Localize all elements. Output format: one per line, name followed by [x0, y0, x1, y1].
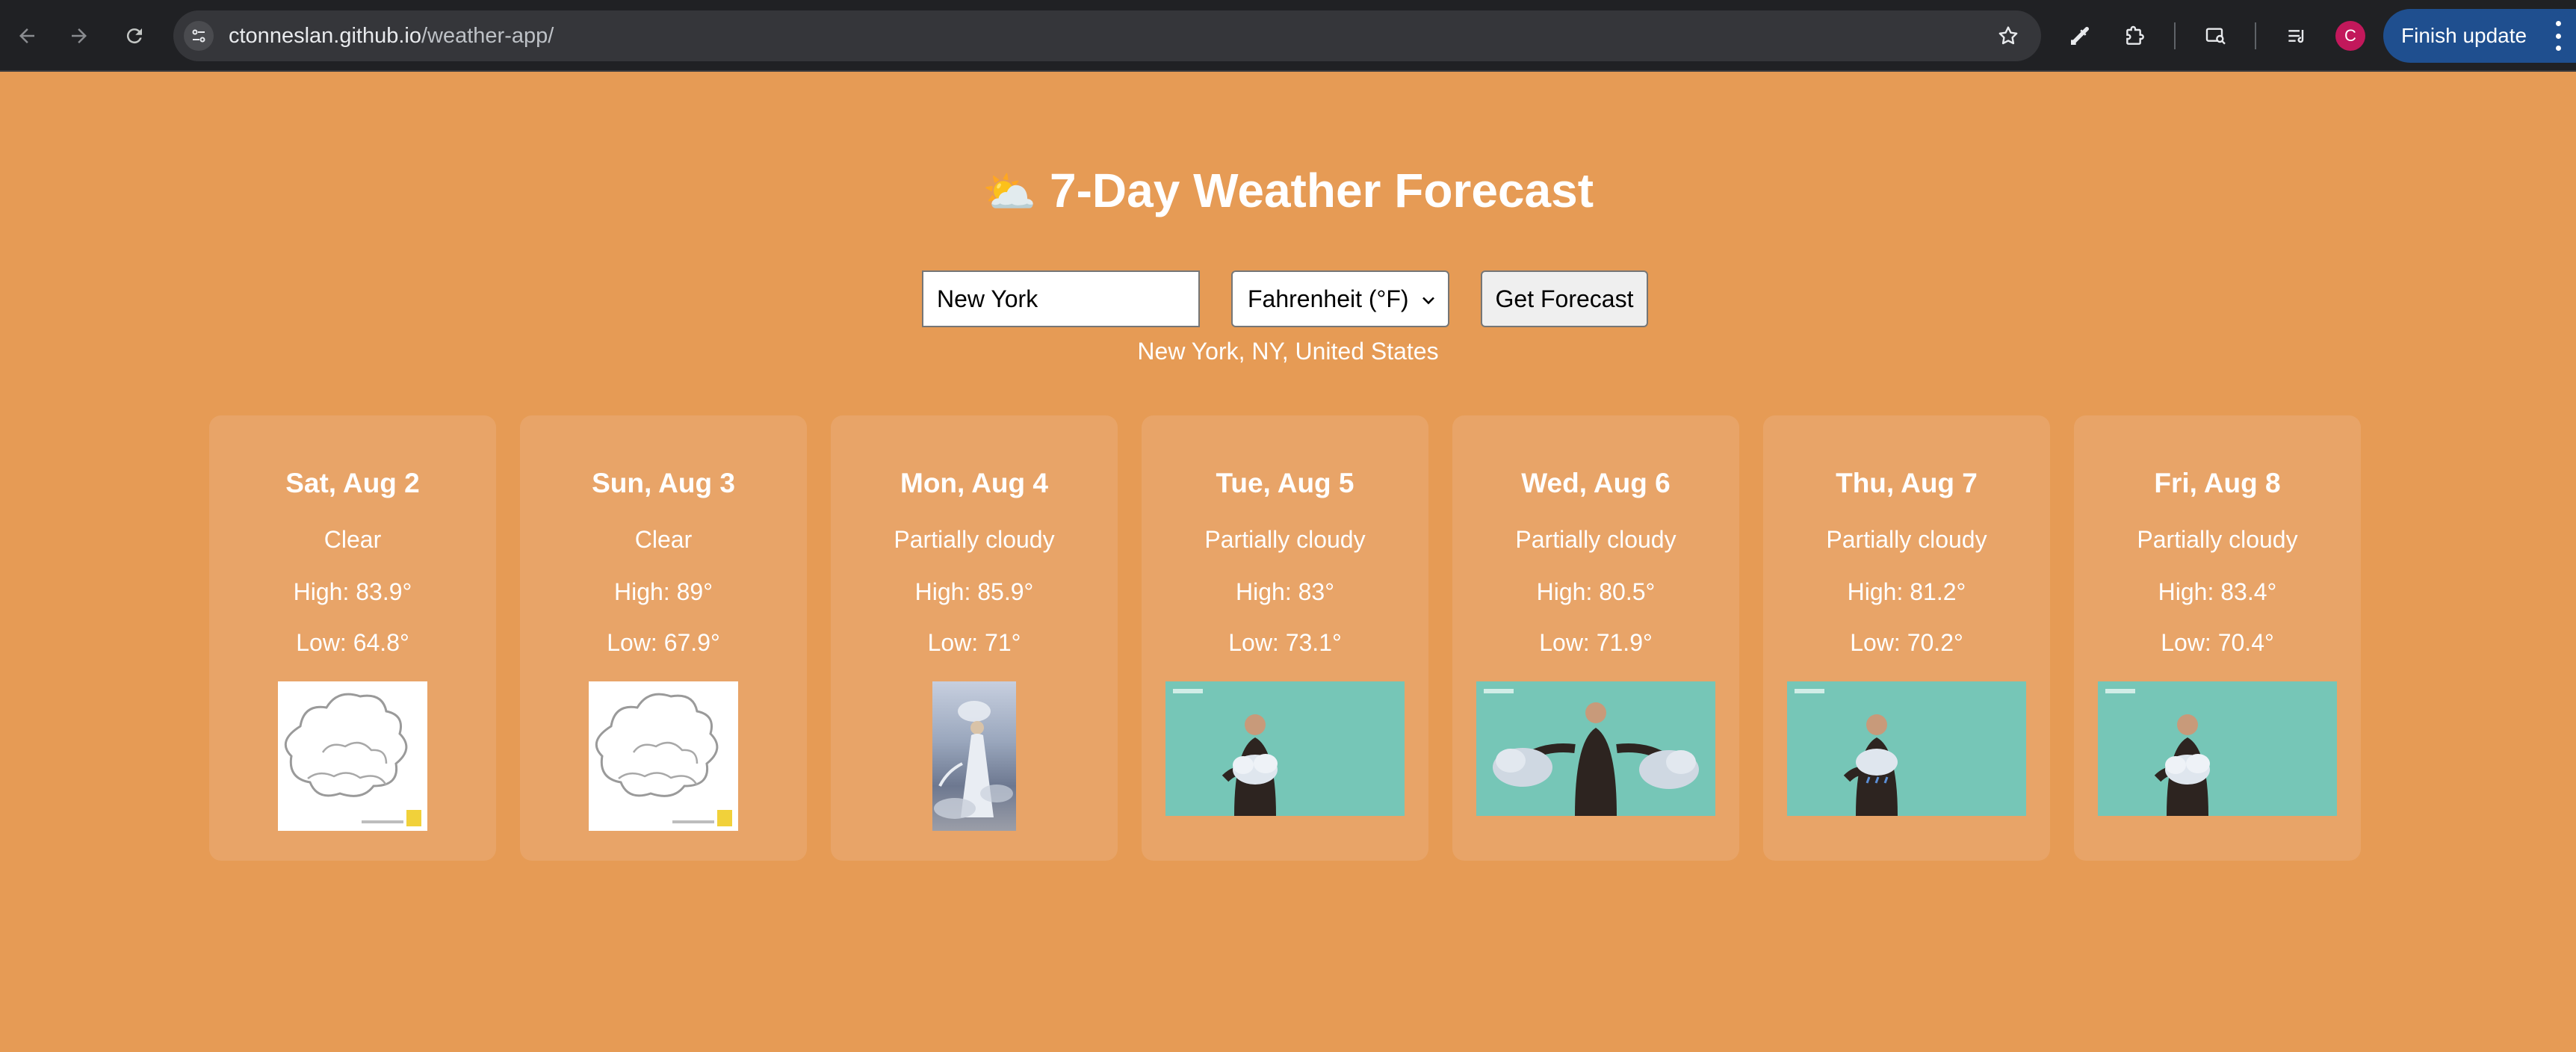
forecast-card: Mon, Aug 4 Partially cloudy High: 85.9° …: [831, 415, 1118, 861]
bookmark-star-icon[interactable]: [1993, 21, 2023, 51]
forecast-condition: Clear: [323, 526, 382, 553]
address-bar[interactable]: ctonneslan.github.io/weather-app/: [173, 10, 2041, 61]
chevron-down-icon: [1422, 297, 1434, 305]
browser-toolbar: ctonneslan.github.io/weather-app/ C Fini…: [0, 0, 2576, 72]
url-host: ctonneslan.github.io: [229, 24, 421, 48]
forecast-card: Wed, Aug 6 Partially cloudy High: 80.5° …: [1452, 415, 1739, 861]
unit-select[interactable]: Fahrenheit (°F): [1231, 270, 1449, 327]
forecast-low: Low: 73.1°: [1228, 629, 1342, 656]
forecast-day: Sun, Aug 3: [592, 468, 735, 498]
back-button[interactable]: [9, 18, 45, 54]
location-label: New York, NY, United States: [1137, 338, 1439, 365]
finish-update-label: Finish update: [2401, 24, 2527, 47]
forecast-condition: Partially cloudy: [2137, 526, 2298, 553]
cloud-outline-image: [589, 681, 738, 831]
presenter-two-clouds-image: [1476, 681, 1715, 816]
get-forecast-button[interactable]: Get Forecast: [1481, 270, 1648, 327]
reload-button[interactable]: [117, 18, 152, 54]
forecast-high: High: 83.9°: [293, 578, 412, 605]
forecast-condition: Clear: [634, 526, 693, 553]
forecast-condition: Partially cloudy: [894, 526, 1055, 553]
forecast-high: High: 80.5°: [1536, 578, 1656, 605]
forecast-high: High: 85.9°: [914, 578, 1034, 605]
unit-select-value: Fahrenheit (°F): [1248, 285, 1409, 312]
forecast-card: Thu, Aug 7 Partially cloudy High: 81.2° …: [1763, 415, 2050, 861]
url-path: /weather-app/: [421, 24, 554, 48]
forecast-card: Sat, Aug 2 Clear High: 83.9° Low: 64.8°: [209, 415, 496, 861]
site-info-icon[interactable]: [184, 21, 214, 51]
city-input[interactable]: [922, 270, 1200, 327]
forecast-day: Wed, Aug 6: [1521, 468, 1671, 498]
forecast-low: Low: 71.9°: [1539, 629, 1653, 656]
forecast-day: Fri, Aug 8: [2154, 468, 2281, 498]
forecast-high: High: 81.2°: [1847, 578, 1966, 605]
forecast-low: Low: 67.9°: [607, 629, 720, 656]
reload-icon: [126, 28, 142, 44]
tune-icon: [192, 29, 205, 43]
back-arrow-icon: [19, 28, 34, 43]
forecast-condition: Partially cloudy: [1826, 526, 1987, 553]
search-tabs-icon[interactable]: [2198, 18, 2234, 54]
forward-button[interactable]: [61, 18, 97, 54]
more-menu-icon[interactable]: [2555, 21, 2561, 51]
forecast-low: Low: 70.2°: [1850, 629, 1963, 656]
fairy-in-clouds-image: [932, 681, 1016, 831]
forecast-card: Fri, Aug 8 Partially cloudy High: 83.4° …: [2074, 415, 2361, 861]
extensions-puzzle-icon[interactable]: [2117, 18, 2153, 54]
forecast-condition: Partially cloudy: [1515, 526, 1676, 553]
forecast-cards: Sat, Aug 2 Clear High: 83.9° Low: 64.8° …: [209, 415, 2361, 861]
forward-arrow-icon: [72, 28, 87, 43]
presenter-rain-cloud-image: [1787, 681, 2026, 816]
forecast-card: Tue, Aug 5 Partially cloudy High: 83° Lo…: [1142, 415, 1428, 861]
sun-behind-cloud-icon: ⛅: [982, 168, 1037, 217]
page-title: ⛅ 7-Day Weather Forecast: [0, 163, 2576, 218]
forecast-low: Low: 64.8°: [296, 629, 409, 656]
cloud-outline-image: [278, 681, 427, 831]
url-text[interactable]: ctonneslan.github.io/weather-app/: [229, 10, 554, 61]
forecast-condition: Partially cloudy: [1204, 526, 1366, 553]
finish-update-button[interactable]: Finish update: [2383, 9, 2576, 63]
reading-list-icon[interactable]: [2279, 18, 2315, 54]
forecast-low: Low: 71°: [927, 629, 1021, 656]
profile-avatar[interactable]: C: [2335, 21, 2365, 51]
forecast-card: Sun, Aug 3 Clear High: 89° Low: 67.9°: [520, 415, 807, 861]
eyedropper-icon[interactable]: [2062, 18, 2098, 54]
forecast-day: Thu, Aug 7: [1836, 468, 1978, 498]
presenter-cloud-image: [2098, 681, 2337, 816]
forecast-high: High: 83°: [1236, 578, 1334, 605]
forecast-high: High: 89°: [614, 578, 713, 605]
forecast-low: Low: 70.4°: [2161, 629, 2274, 656]
toolbar-divider: [2255, 22, 2256, 49]
forecast-day: Tue, Aug 5: [1216, 468, 1354, 498]
page-title-text: 7-Day Weather Forecast: [1050, 164, 1594, 217]
forecast-day: Sat, Aug 2: [285, 468, 420, 498]
forecast-high: High: 83.4°: [2158, 578, 2277, 605]
presenter-cloud-image: [1165, 681, 1405, 816]
toolbar-divider: [2174, 22, 2176, 49]
forecast-day: Mon, Aug 4: [900, 468, 1048, 498]
